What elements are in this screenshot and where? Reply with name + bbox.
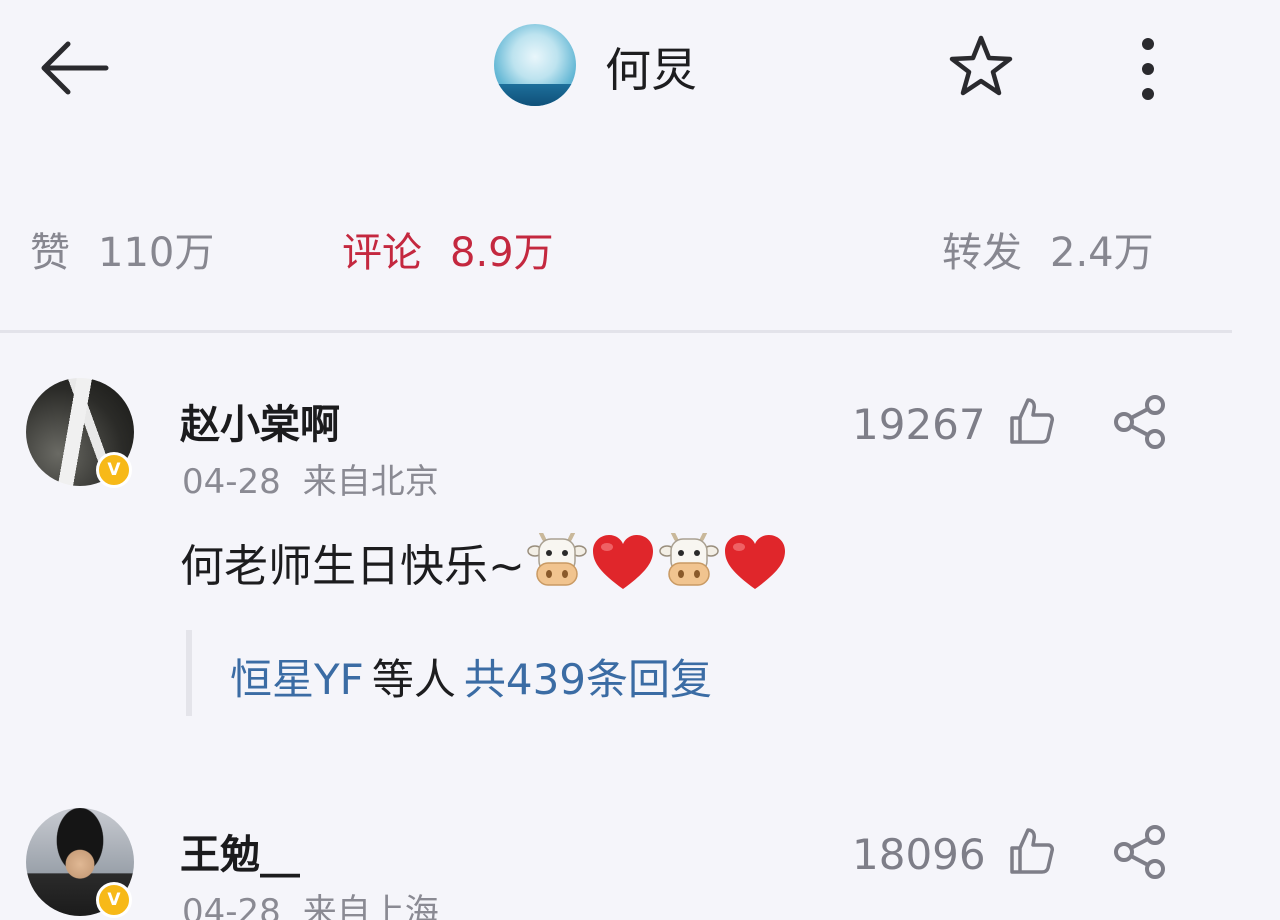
reply-summary-text: 恒星YF 等人 共439条回复 (230, 646, 712, 707)
tab-likes[interactable]: 赞 110万 (30, 220, 214, 278)
tab-comments[interactable]: 评论 8.9万 (342, 220, 554, 278)
like-button[interactable] (1006, 396, 1056, 446)
likes-label: 赞 (30, 230, 70, 276)
thumbs-up-icon (1010, 398, 1054, 444)
page: 何炅 赞 110万 评论 8.9万 转发 2.4万 V 赵小棠啊 04-28 来… (0, 0, 1280, 920)
verified-badge: V (96, 882, 132, 918)
favorite-button[interactable] (946, 32, 1016, 102)
verified-badge: V (96, 452, 132, 488)
reply-others-label: 等人 (371, 655, 456, 704)
page-title[interactable]: 何炅 (605, 34, 697, 100)
comment-username[interactable]: 王勉__ (180, 822, 300, 880)
comment-date: 04-28 (182, 462, 281, 502)
comment-username[interactable]: 赵小棠啊 (180, 392, 340, 450)
thumbs-up-icon (1010, 828, 1054, 874)
like-button[interactable] (1006, 826, 1056, 876)
reply-total-link[interactable]: 共439条回复 (464, 655, 712, 704)
author-avatar[interactable] (494, 24, 576, 106)
comment-meta: 04-28 来自北京 (182, 454, 439, 503)
red-heart-icon (723, 533, 787, 591)
top-bar: 何炅 (0, 0, 1280, 140)
comment-location: 来自上海 (302, 892, 439, 920)
comment-body: 何老师生日快乐~ (180, 541, 525, 592)
comment-location: 来自北京 (302, 462, 439, 502)
cow-face-icon (659, 531, 719, 589)
red-heart-icon (591, 533, 655, 591)
comment-meta: 04-28 来自上海 (182, 884, 439, 920)
more-vertical-icon (1142, 38, 1154, 100)
comments-count: 8.9万 (450, 230, 554, 276)
share-icon (1114, 825, 1165, 879)
share-icon (1114, 395, 1165, 449)
tab-reposts[interactable]: 转发 2.4万 (942, 220, 1154, 278)
star-outline-icon (949, 35, 1013, 96)
reposts-label: 转发 (942, 230, 1022, 276)
engagement-stats: 赞 110万 评论 8.9万 转发 2.4万 (0, 190, 1232, 320)
reposts-count: 2.4万 (1050, 230, 1154, 276)
share-button[interactable] (1112, 394, 1168, 450)
reply-summary[interactable]: 恒星YF 等人 共439条回复 (186, 630, 712, 716)
arrow-left-icon (41, 41, 109, 95)
back-button[interactable] (34, 36, 114, 100)
comment-like-count: 18096 (852, 830, 986, 879)
reply-user-link[interactable]: 恒星YF (230, 655, 364, 704)
comment-date: 04-28 (182, 892, 281, 920)
comment-like-count: 19267 (852, 400, 986, 449)
cow-face-icon (527, 531, 587, 589)
section-divider (0, 330, 1232, 333)
more-button[interactable] (1128, 36, 1168, 102)
likes-count: 110万 (98, 230, 215, 276)
comments-label: 评论 (342, 230, 422, 276)
share-button[interactable] (1112, 824, 1168, 880)
comment-text: 何老师生日快乐~ (180, 530, 789, 594)
